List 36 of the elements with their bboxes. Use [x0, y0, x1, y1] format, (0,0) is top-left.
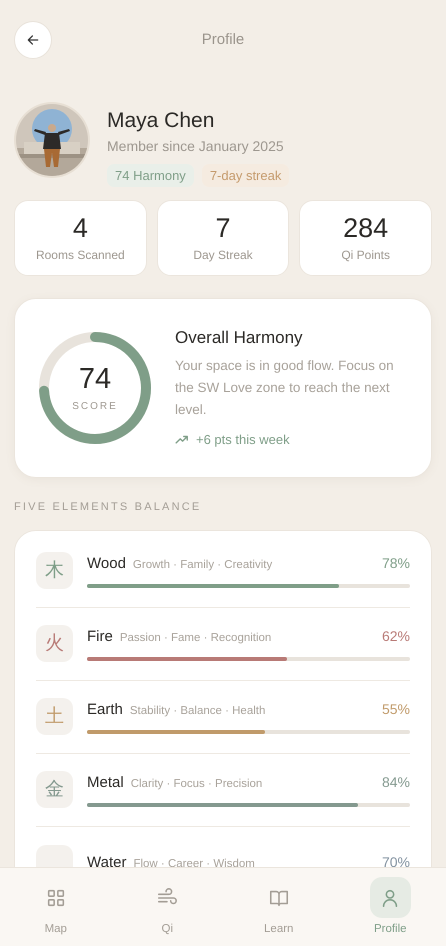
- trend-up-icon: [175, 434, 189, 444]
- stat-label: Qi Points: [341, 247, 390, 263]
- harmony-title: Overall Harmony: [175, 326, 304, 349]
- element-percent: 78%: [382, 554, 410, 574]
- element-traits: Stability · Balance · Health: [130, 704, 266, 720]
- element-percent: 84%: [382, 773, 410, 792]
- stat-value: 7: [215, 213, 230, 243]
- harmony-description: Your space is in good flow. Focus on the SW Love zone to reach the next level.: [175, 356, 395, 419]
- element-glyph: 木: [36, 552, 73, 589]
- element-percent: 55%: [382, 700, 410, 720]
- tag-badge: 7-day streak: [202, 164, 290, 187]
- stat-value: 284: [343, 213, 388, 243]
- tag-badge: 74 Harmony: [107, 164, 194, 187]
- section-heading: FIVE ELEMENTS BALANCE: [14, 500, 202, 515]
- element-name: Wood: [87, 554, 126, 574]
- member-since-text: Member since January 2025: [107, 137, 285, 156]
- element-glyph: 土: [36, 698, 73, 735]
- stat-label: Rooms Scanned: [36, 247, 125, 263]
- element-name: Fire: [87, 627, 113, 648]
- element-percent: 62%: [382, 627, 410, 646]
- score-label: SCORE: [72, 400, 118, 414]
- score-value: 74: [78, 362, 112, 394]
- element-name: Earth: [87, 700, 123, 720]
- element-traits: Passion · Fame · Recognition: [120, 631, 272, 646]
- page-title: Profile: [202, 30, 244, 50]
- back-arrow-icon: [26, 33, 40, 47]
- back-button[interactable]: [14, 21, 52, 59]
- element-glyph: 金: [36, 771, 73, 808]
- element-traits: Growth · Family · Creativity: [132, 558, 272, 574]
- trend-text: +6 pts this week: [196, 430, 290, 449]
- stat-label: Day Streak: [193, 247, 253, 263]
- stat-value: 4: [72, 213, 88, 243]
- element-glyph: 火: [36, 625, 73, 662]
- element-name: Metal: [87, 773, 124, 794]
- element-traits: Clarity · Focus · Precision: [130, 777, 262, 792]
- profile-name: Maya Chen: [107, 108, 216, 134]
